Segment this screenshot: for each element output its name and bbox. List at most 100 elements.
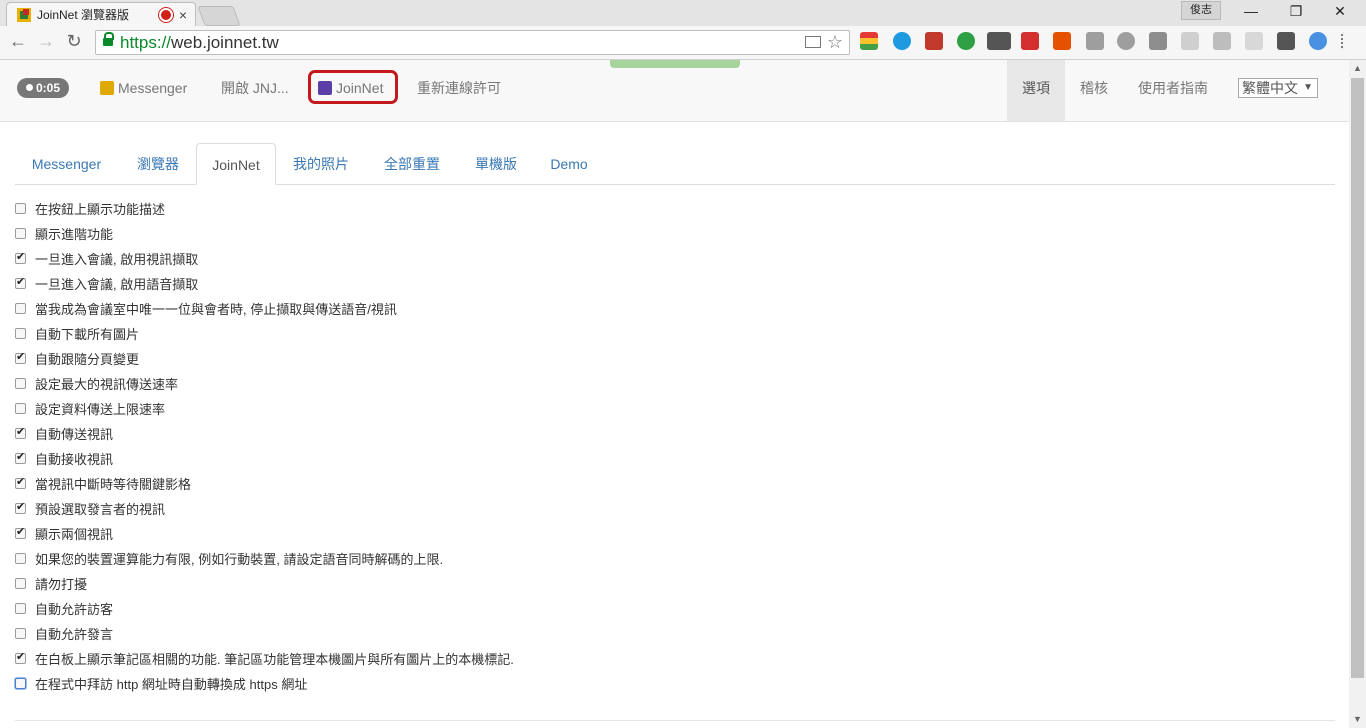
nav-open-jnj[interactable]: 開啟 JNJ... [221, 78, 289, 98]
option-row[interactable]: 一旦進入會議, 啟用語音擷取 [15, 271, 1315, 296]
extension-dark-icon[interactable] [1277, 32, 1295, 50]
option-checkbox[interactable] [15, 275, 26, 289]
office-icon[interactable] [1053, 32, 1071, 50]
option-row[interactable]: 如果您的裝置運算能力有限, 例如行動裝置, 請設定語音同時解碼的上限. [15, 546, 1315, 571]
option-checkbox[interactable] [15, 578, 26, 589]
option-checkbox[interactable] [15, 403, 26, 414]
extension-lite-icon[interactable] [987, 32, 1011, 50]
option-row[interactable]: 自動傳送視訊 [15, 421, 1315, 446]
tab-demo[interactable]: Demo [535, 143, 603, 185]
browser-tab[interactable]: JoinNet 瀏覽器版 × [6, 2, 196, 26]
restore-button[interactable]: ❐ [1276, 3, 1316, 20]
option-row[interactable]: 當我成為會議室中唯一一位與會者時, 停止擷取與傳送語音/視訊 [15, 296, 1315, 321]
tab-messenger[interactable]: Messenger [15, 143, 118, 185]
option-row[interactable]: 自動允許訪客 [15, 596, 1315, 621]
lock-icon [103, 32, 114, 46]
option-label: 預設選取發言者的視訊 [35, 502, 166, 517]
url-host: web.joinnet.tw [171, 33, 279, 52]
option-checkbox[interactable] [15, 475, 26, 489]
nav-reconnect-permission[interactable]: 重新連線許可 [417, 78, 501, 98]
option-row[interactable]: 在白板上顯示筆記區相關的功能. 筆記區功能管理本機圖片與所有圖片上的本機標記. [15, 646, 1315, 671]
option-row[interactable]: 顯示兩個視訊 [15, 521, 1315, 546]
option-checkbox[interactable] [15, 500, 26, 514]
drive-icon[interactable] [1213, 32, 1231, 50]
option-row[interactable]: 預設選取發言者的視訊 [15, 496, 1315, 521]
nav-user-guide[interactable]: 使用者指南 [1138, 78, 1208, 98]
option-checkbox[interactable] [15, 525, 26, 539]
tab-browser[interactable]: 瀏覽器 [119, 143, 197, 185]
language-select[interactable]: 繁體中文 ▼ [1238, 78, 1318, 98]
skype-icon[interactable] [893, 32, 911, 50]
extension-acrobat-icon[interactable] [1021, 32, 1039, 50]
option-row[interactable]: 顯示進階功能 [15, 221, 1315, 246]
new-tab-button[interactable] [197, 6, 241, 26]
option-row[interactable]: 設定最大的視訊傳送速率 [15, 371, 1315, 396]
option-checkbox[interactable] [15, 603, 26, 614]
option-row[interactable]: 請勿打擾 [15, 571, 1315, 596]
profile-button[interactable]: 俊志 [1181, 1, 1221, 20]
cloud-icon[interactable] [1309, 32, 1327, 50]
option-checkbox[interactable] [15, 678, 26, 689]
extension-exif-icon[interactable] [1245, 32, 1263, 50]
option-checkbox[interactable] [15, 378, 26, 389]
option-checkbox[interactable] [15, 650, 26, 664]
nav-audit[interactable]: 稽核 [1080, 78, 1108, 98]
tab-my-photos[interactable]: 我的照片 [277, 143, 365, 185]
option-checkbox[interactable] [15, 328, 26, 339]
option-checkbox[interactable] [15, 203, 26, 214]
option-checkbox[interactable] [15, 553, 26, 564]
extension-book-icon[interactable] [925, 32, 943, 50]
minimize-button[interactable]: — [1231, 3, 1271, 19]
extension-color-icon[interactable] [860, 32, 878, 50]
divider [15, 720, 1335, 721]
extension-m-icon[interactable] [1117, 32, 1135, 50]
option-row[interactable]: 自動跟隨分頁變更 [15, 346, 1315, 371]
option-row[interactable]: 自動接收視訊 [15, 446, 1315, 471]
option-row[interactable]: 在按鈕上顯示功能描述 [15, 196, 1315, 221]
option-label: 自動下載所有圖片 [35, 327, 140, 342]
forward-button[interactable]: → [35, 31, 57, 52]
option-row[interactable]: 設定資料傳送上限速率 [15, 396, 1315, 421]
address-bar[interactable]: https://web.joinnet.tw ☆ [95, 30, 850, 55]
scroll-up-arrow-icon[interactable]: ▲ [1349, 60, 1366, 77]
option-label: 請勿打擾 [35, 577, 88, 592]
bookmark-star-icon[interactable]: ☆ [827, 31, 843, 54]
option-checkbox[interactable] [15, 228, 26, 239]
option-row[interactable]: 當視訊中斷時等待關鍵影格 [15, 471, 1315, 496]
extension-s-icon[interactable] [1149, 32, 1167, 50]
scroll-down-arrow-icon[interactable]: ▼ [1349, 711, 1366, 728]
option-label: 當視訊中斷時等待關鍵影格 [35, 477, 192, 492]
camera-icon[interactable] [805, 36, 821, 48]
close-window-button[interactable]: ✕ [1320, 3, 1360, 20]
reload-button[interactable]: ↻ [63, 31, 85, 52]
chrome-menu-icon[interactable] [1341, 32, 1349, 50]
option-label: 當我成為會議室中唯一一位與會者時, 停止擷取與傳送語音/視訊 [35, 302, 397, 317]
option-checkbox[interactable] [15, 250, 26, 264]
option-row[interactable]: 一旦進入會議, 啟用視訊擷取 [15, 246, 1315, 271]
option-row[interactable]: 自動允許發言 [15, 621, 1315, 646]
nav-joinnet[interactable]: JoinNet [318, 78, 383, 98]
scrollbar-thumb[interactable] [1351, 78, 1364, 678]
back-button[interactable]: ← [7, 31, 29, 52]
extension-gray-icon[interactable] [1086, 32, 1104, 50]
nav-options[interactable]: 選項 [1022, 78, 1050, 98]
option-row[interactable]: 在程式中拜訪 http 網址時自動轉換成 https 網址 [15, 671, 1315, 696]
option-checkbox[interactable] [15, 303, 26, 314]
nav-messenger[interactable]: Messenger [100, 78, 187, 98]
tab-reset-all[interactable]: 全部重置 [367, 143, 457, 185]
option-checkbox[interactable] [15, 628, 26, 639]
option-checkbox[interactable] [15, 425, 26, 439]
extension-leaf-icon[interactable] [957, 32, 975, 50]
option-checkbox[interactable] [15, 450, 26, 464]
option-label: 一旦進入會議, 啟用語音擷取 [35, 277, 199, 292]
tab-standalone[interactable]: 單機版 [459, 143, 533, 185]
option-row[interactable]: 自動下載所有圖片 [15, 321, 1315, 346]
settings-tabs: Messenger 瀏覽器 JoinNet 我的照片 全部重置 單機版 Demo [15, 143, 1335, 185]
tab-joinnet[interactable]: JoinNet [196, 143, 276, 185]
option-label: 在程式中拜訪 http 網址時自動轉換成 https 網址 [35, 677, 308, 692]
option-checkbox[interactable] [15, 350, 26, 364]
chevron-down-icon: ▼ [1303, 82, 1313, 93]
extension-doc-icon[interactable] [1181, 32, 1199, 50]
person-icon [25, 84, 33, 91]
tab-close-icon[interactable]: × [179, 7, 187, 23]
